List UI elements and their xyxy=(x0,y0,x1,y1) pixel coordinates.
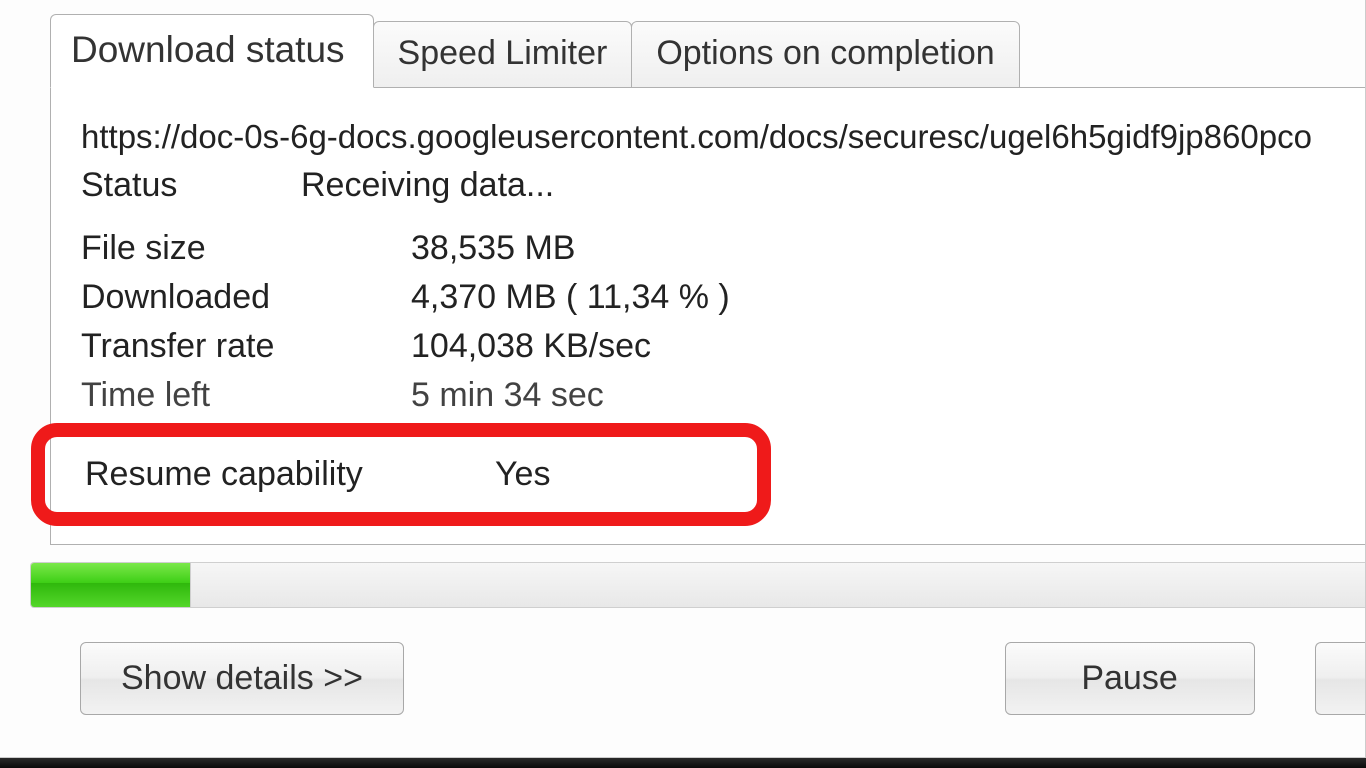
tab-options-on-completion[interactable]: Options on completion xyxy=(631,21,1019,88)
downloaded-label: Downloaded xyxy=(81,278,411,317)
resume-row: Resume capability Yes xyxy=(85,455,733,494)
resume-capability-highlight: Resume capability Yes xyxy=(31,423,771,526)
download-url: https://doc-0s-6g-docs.googleusercontent… xyxy=(81,118,1335,156)
filesize-row: File size 38,535 MB xyxy=(81,229,1335,268)
status-label: Status xyxy=(81,166,301,205)
tab-row: Download status Speed Limiter Options on… xyxy=(50,18,1019,88)
taskbar-strip xyxy=(0,758,1366,768)
progress-fill xyxy=(31,563,191,607)
right-buttons: Pause xyxy=(1005,642,1365,715)
tab-download-status[interactable]: Download status xyxy=(50,14,374,88)
resume-value: Yes xyxy=(495,455,550,494)
transfer-rate-label: Transfer rate xyxy=(81,327,411,366)
pause-button[interactable]: Pause xyxy=(1005,642,1255,715)
transfer-rate-value: 104,038 KB/sec xyxy=(411,327,651,366)
panel-inner: https://doc-0s-6g-docs.googleusercontent… xyxy=(51,88,1365,425)
filesize-value: 38,535 MB xyxy=(411,229,575,268)
time-left-value: 5 min 34 sec xyxy=(411,376,604,415)
partial-button[interactable] xyxy=(1315,642,1365,715)
status-row: Status Receiving data... xyxy=(81,166,1335,205)
tab-speed-limiter[interactable]: Speed Limiter xyxy=(373,21,633,88)
button-row: Show details >> Pause xyxy=(80,642,1365,715)
progress-bar xyxy=(30,562,1365,608)
download-dialog: Download status Speed Limiter Options on… xyxy=(0,0,1366,758)
downloaded-row: Downloaded 4,370 MB ( 11,34 % ) xyxy=(81,278,1335,317)
filesize-label: File size xyxy=(81,229,411,268)
show-details-button[interactable]: Show details >> xyxy=(80,642,404,715)
transfer-rate-row: Transfer rate 104,038 KB/sec xyxy=(81,327,1335,366)
downloaded-value: 4,370 MB ( 11,34 % ) xyxy=(411,278,730,317)
status-value: Receiving data... xyxy=(301,166,554,205)
time-left-label: Time left xyxy=(81,376,411,415)
resume-label: Resume capability xyxy=(85,455,495,494)
download-status-panel: https://doc-0s-6g-docs.googleusercontent… xyxy=(50,87,1365,545)
time-left-row: Time left 5 min 34 sec xyxy=(81,376,1335,415)
